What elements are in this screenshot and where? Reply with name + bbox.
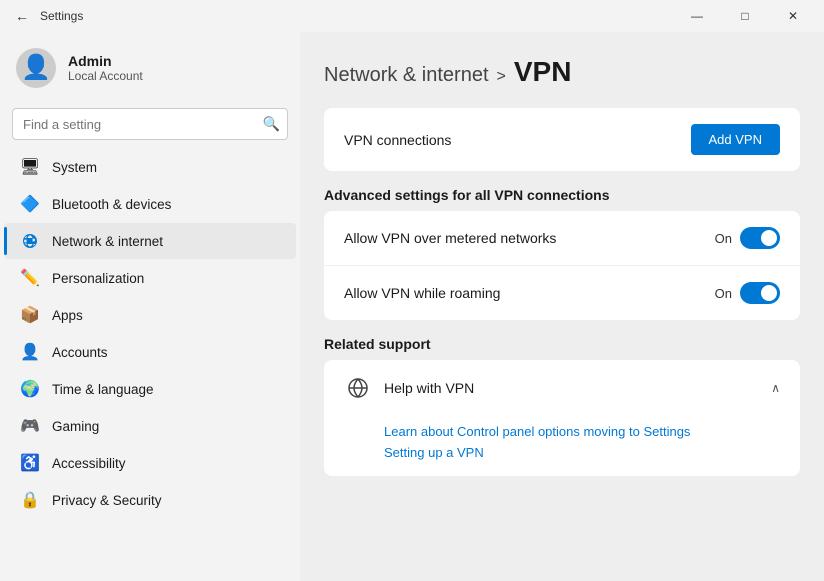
advanced-settings-card: Allow VPN over metered networks On Allow…	[324, 211, 800, 320]
sidebar-item-label: System	[52, 160, 97, 175]
related-support-header: Related support	[324, 336, 800, 352]
metered-toggle-status: On	[715, 231, 732, 246]
related-support-card: Help with VPN ∧ Learn about Control pane…	[324, 360, 800, 476]
vpn-connections-card: VPN connections Add VPN	[324, 108, 800, 171]
page-header: Network & internet > VPN	[324, 56, 800, 88]
sidebar: 👤 Admin Local Account 🔍 🖥 System 🔷 Bluet…	[0, 32, 300, 581]
add-vpn-button[interactable]: Add VPN	[691, 124, 780, 155]
metered-networks-row: Allow VPN over metered networks On	[324, 211, 800, 266]
roaming-toggle-wrap: On	[715, 282, 780, 304]
user-info: Admin Local Account	[68, 53, 143, 83]
main-content: Network & internet > VPN VPN connections…	[300, 32, 824, 581]
time-icon: 🌍	[20, 379, 40, 399]
sidebar-item-apps[interactable]: 📦 Apps	[4, 297, 296, 333]
accounts-icon: 👤	[20, 342, 40, 362]
app-body: 👤 Admin Local Account 🔍 🖥 System 🔷 Bluet…	[0, 32, 824, 581]
system-icon: 🖥	[20, 157, 40, 177]
window-controls: — □ ✕	[674, 0, 816, 32]
sidebar-item-time[interactable]: 🌍 Time & language	[4, 371, 296, 407]
back-button[interactable]: ←	[8, 2, 36, 30]
avatar: 👤	[16, 48, 56, 88]
sidebar-item-label: Accessibility	[52, 456, 126, 471]
sidebar-item-personalization[interactable]: ✏️ Personalization	[4, 260, 296, 296]
sidebar-item-privacy[interactable]: 🔒 Privacy & Security	[4, 482, 296, 518]
user-section: 👤 Admin Local Account	[0, 32, 300, 104]
sidebar-item-label: Privacy & Security	[52, 493, 162, 508]
breadcrumb: Network & internet	[324, 64, 489, 87]
roaming-toggle-status: On	[715, 286, 732, 301]
privacy-icon: 🔒	[20, 490, 40, 510]
sidebar-item-accessibility[interactable]: ♿ Accessibility	[4, 445, 296, 481]
minimize-button[interactable]: —	[674, 0, 720, 32]
apps-icon: 📦	[20, 305, 40, 325]
metered-networks-label: Allow VPN over metered networks	[344, 230, 556, 246]
search-box[interactable]: 🔍	[12, 108, 288, 140]
avatar-icon: 👤	[21, 56, 51, 80]
close-button[interactable]: ✕	[770, 0, 816, 32]
support-link-0[interactable]: Learn about Control panel options moving…	[384, 424, 780, 439]
search-input[interactable]	[12, 108, 288, 140]
sidebar-item-label: Accounts	[52, 345, 108, 360]
user-role: Local Account	[68, 69, 143, 83]
advanced-section-header: Advanced settings for all VPN connection…	[324, 187, 800, 203]
gaming-icon: 🎮	[20, 416, 40, 436]
sidebar-item-bluetooth[interactable]: 🔷 Bluetooth & devices	[4, 186, 296, 222]
page-title: VPN	[514, 56, 572, 88]
vpn-connections-label: VPN connections	[344, 132, 451, 148]
sidebar-item-accounts[interactable]: 👤 Accounts	[4, 334, 296, 370]
roaming-toggle[interactable]	[740, 282, 780, 304]
help-vpn-row[interactable]: Help with VPN ∧	[324, 360, 800, 416]
help-vpn-label: Help with VPN	[384, 380, 474, 396]
sidebar-item-label: Apps	[52, 308, 83, 323]
network-icon	[20, 231, 40, 251]
sidebar-item-label: Time & language	[52, 382, 154, 397]
sidebar-item-label: Bluetooth & devices	[52, 197, 171, 212]
sidebar-nav: 🖥 System 🔷 Bluetooth & devices Network &…	[0, 148, 300, 519]
titlebar: ← Settings — □ ✕	[0, 0, 824, 32]
bluetooth-icon: 🔷	[20, 194, 40, 214]
support-links: Learn about Control panel options moving…	[324, 416, 800, 476]
sidebar-item-label: Network & internet	[52, 234, 163, 249]
roaming-row: Allow VPN while roaming On	[324, 266, 800, 320]
metered-toggle[interactable]	[740, 227, 780, 249]
vpn-connections-row: VPN connections Add VPN	[324, 108, 800, 171]
breadcrumb-chevron: >	[497, 68, 506, 86]
support-link-1[interactable]: Setting up a VPN	[384, 445, 780, 460]
personalization-icon: ✏️	[20, 268, 40, 288]
sidebar-item-label: Personalization	[52, 271, 144, 286]
sidebar-item-label: Gaming	[52, 419, 99, 434]
user-name: Admin	[68, 53, 143, 69]
back-icon: ←	[15, 8, 29, 24]
sidebar-item-network[interactable]: Network & internet	[4, 223, 296, 259]
titlebar-title: Settings	[40, 9, 674, 23]
sidebar-item-gaming[interactable]: 🎮 Gaming	[4, 408, 296, 444]
sidebar-item-system[interactable]: 🖥 System	[4, 149, 296, 185]
roaming-label: Allow VPN while roaming	[344, 285, 500, 301]
help-vpn-left: Help with VPN	[344, 374, 474, 402]
globe-icon	[344, 374, 372, 402]
chevron-up-icon: ∧	[771, 381, 780, 395]
metered-toggle-wrap: On	[715, 227, 780, 249]
maximize-button[interactable]: □	[722, 0, 768, 32]
accessibility-icon: ♿	[20, 453, 40, 473]
